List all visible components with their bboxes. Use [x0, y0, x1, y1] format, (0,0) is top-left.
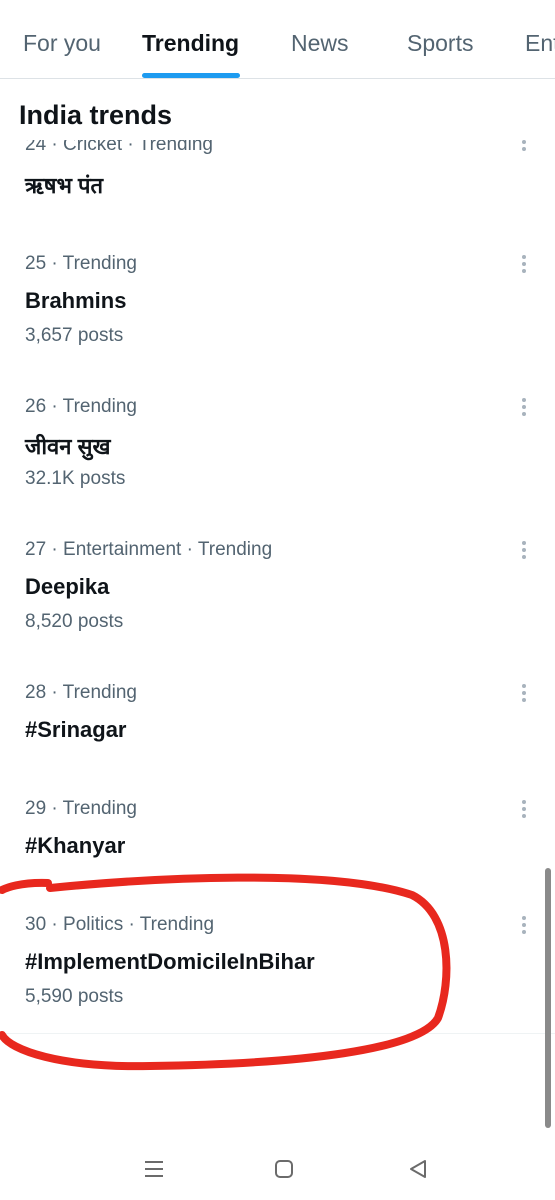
trend-name: #Khanyar: [25, 833, 126, 858]
trend-name: जीवन सुख: [25, 434, 111, 459]
active-tab-indicator: [142, 73, 240, 78]
trend-posts-count: 8,520 posts: [25, 611, 124, 632]
trend-name: #ImplementDomicileInBihar: [25, 949, 315, 974]
trend-meta: 26 · Trending: [25, 396, 137, 417]
trend-posts-count: 5,590 posts: [25, 986, 124, 1007]
more-options-icon[interactable]: [512, 913, 536, 939]
triangle-back-icon[interactable]: [403, 1154, 433, 1184]
trend-meta: 25 · Trending: [25, 253, 137, 274]
scrollbar[interactable]: [545, 868, 551, 1128]
trend-name: ऋषभ पंत: [25, 173, 104, 198]
more-options-icon[interactable]: [512, 252, 536, 278]
more-options-icon[interactable]: [512, 538, 536, 564]
more-options-icon[interactable]: [512, 797, 536, 823]
list-divider: [0, 1033, 555, 1034]
trend-item-26[interactable]: 26 · Trending जीवन सुख 32.1K posts: [0, 385, 555, 525]
tab-for-you[interactable]: For you: [23, 30, 101, 57]
trend-name: #Srinagar: [25, 717, 127, 742]
trend-item-29[interactable]: 29 · Trending #Khanyar: [0, 787, 555, 897]
top-tab-bar: For you Trending News Sports Ent: [0, 0, 555, 79]
section-title: India trends: [19, 100, 173, 130]
trend-meta: 29 · Trending: [25, 798, 137, 819]
trend-meta: 24 · Cricket · Trending: [25, 140, 213, 155]
tab-trending[interactable]: Trending: [142, 30, 239, 57]
trend-item-30[interactable]: 30 · Politics · Trending #ImplementDomic…: [0, 903, 555, 1033]
trend-posts-count: 32.1K posts: [25, 468, 126, 489]
more-options-icon[interactable]: [512, 140, 536, 156]
trend-meta: 30 · Politics · Trending: [25, 914, 215, 935]
menu-lines-icon[interactable]: [139, 1154, 169, 1184]
trend-item-24[interactable]: 24 · Cricket · Trending ऋषभ पंत: [0, 140, 555, 220]
trend-meta: 28 · Trending: [25, 682, 137, 703]
more-options-icon[interactable]: [512, 395, 536, 421]
tab-sports[interactable]: Sports: [407, 30, 473, 57]
trend-name: Deepika: [25, 574, 110, 599]
trend-posts-count: 3,657 posts: [25, 325, 124, 346]
trend-item-28[interactable]: 28 · Trending #Srinagar: [0, 671, 555, 781]
tab-news[interactable]: News: [291, 30, 349, 57]
trend-meta: 27 · Entertainment · Trending: [25, 539, 273, 560]
trend-list: 24 · Cricket · Trending ऋषभ पंत 25 · Tre…: [0, 140, 555, 1040]
trend-item-27[interactable]: 27 · Entertainment · Trending Deepika 8,…: [0, 528, 555, 668]
tab-entertainment[interactable]: Ent: [525, 30, 555, 57]
trend-name: Brahmins: [25, 288, 127, 313]
trend-item-25[interactable]: 25 · Trending Brahmins 3,657 posts: [0, 242, 555, 382]
system-navigation-bar: [0, 1140, 555, 1200]
square-home-icon[interactable]: [269, 1154, 299, 1184]
more-options-icon[interactable]: [512, 681, 536, 707]
